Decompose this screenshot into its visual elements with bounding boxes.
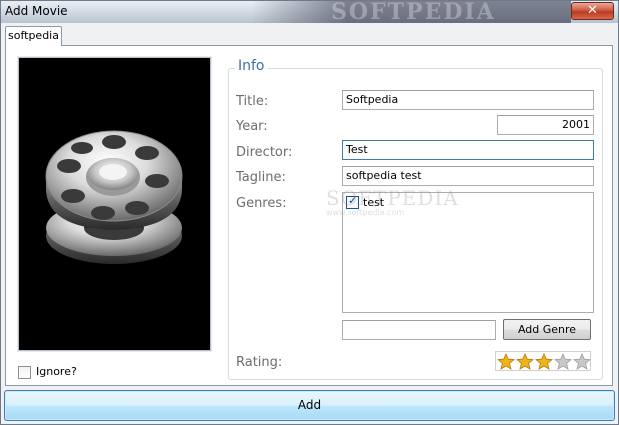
new-genre-input[interactable]	[342, 320, 496, 340]
star-filled-icon[interactable]	[535, 353, 553, 370]
info-group-title: Info	[235, 58, 268, 74]
title-bar-watermark: SOFTPEDIA	[331, 1, 496, 23]
window-title: Add Movie	[5, 4, 68, 18]
close-icon: ✕	[587, 3, 598, 18]
rating-stars[interactable]	[495, 351, 591, 371]
add-button[interactable]: Add	[4, 390, 615, 421]
title-bar[interactable]: SOFTPEDIA Add Movie ✕	[1, 1, 618, 23]
genres-label: Genres:	[236, 196, 287, 211]
tagline-label: Tagline:	[236, 170, 286, 185]
star-filled-icon[interactable]	[497, 353, 515, 370]
tagline-input[interactable]: softpedia test	[342, 166, 594, 186]
title-label: Title:	[236, 94, 269, 109]
title-input[interactable]: Softpedia	[342, 90, 594, 110]
film-reel-icon	[45, 130, 183, 264]
rating-label: Rating:	[236, 355, 283, 370]
add-genre-button[interactable]: Add Genre	[503, 319, 591, 340]
checkmark-icon: ✓	[348, 194, 358, 207]
star-filled-icon[interactable]	[516, 353, 534, 370]
genre-name: test	[363, 196, 385, 209]
close-button[interactable]: ✕	[571, 2, 614, 20]
year-label: Year:	[236, 119, 268, 134]
ignore-label: Ignore?	[36, 365, 77, 378]
star-empty-icon[interactable]	[554, 353, 572, 370]
year-input[interactable]: 2001	[497, 115, 594, 135]
genres-list[interactable]: ✓ test	[342, 192, 594, 313]
tab-softpedia[interactable]: softpedia	[5, 26, 62, 46]
director-input[interactable]: Test	[342, 140, 594, 160]
star-empty-icon[interactable]	[573, 353, 591, 370]
genre-checkbox[interactable]: ✓	[346, 194, 359, 209]
add-movie-window: SOFTPEDIA Add Movie ✕ softpedia Ignore? …	[0, 0, 619, 425]
director-label: Director:	[236, 145, 293, 160]
ignore-checkbox[interactable]	[18, 366, 31, 379]
poster-image[interactable]	[17, 56, 212, 352]
tab-panel: Ignore? Info Title: Softpedia Year: 2001…	[5, 45, 613, 386]
